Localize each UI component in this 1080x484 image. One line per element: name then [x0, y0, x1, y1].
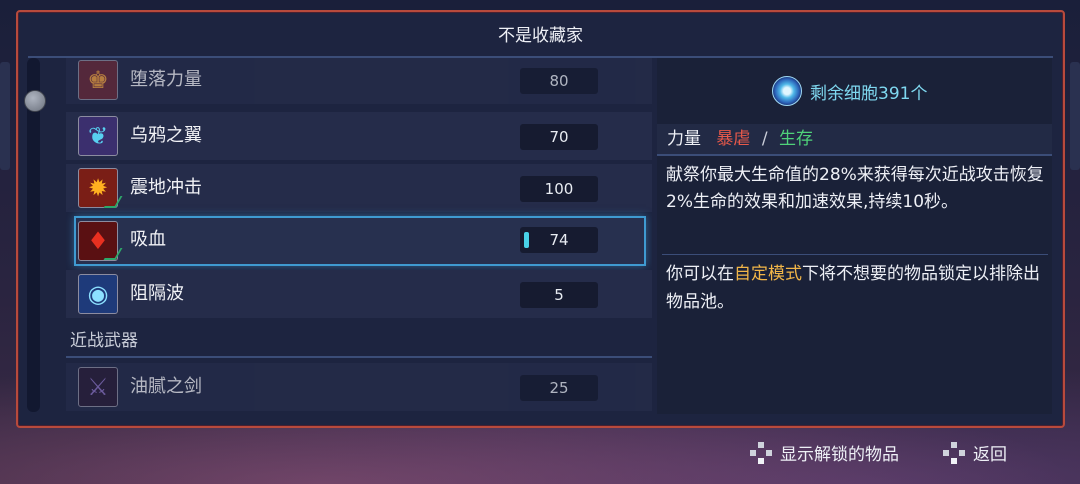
- show-unlocked-button[interactable]: 显示解锁的物品: [750, 440, 899, 465]
- left-edge-tab: [0, 62, 10, 170]
- greasy-sword-icon: ⚔: [78, 367, 118, 407]
- section-label-melee: 近战武器: [70, 331, 138, 351]
- item-cost: 25: [520, 375, 598, 401]
- cost-progress-bar: [524, 232, 529, 248]
- custom-mode-note: 你可以在自定模式下将不想要的物品锁定以排除出物品池。: [666, 260, 1044, 316]
- window-title: 不是收藏家: [28, 16, 1053, 58]
- item-cost: 70: [520, 124, 598, 150]
- item-cost: 80: [520, 68, 598, 94]
- stat-force: 力量: [667, 129, 701, 149]
- item-description: 献祭你最大生命值的28%来获得每次近战攻击恢复2%生命的效果和加速效果,持续10…: [666, 165, 1044, 212]
- item-name: 吸血: [130, 229, 166, 250]
- item-row-raven-wing[interactable]: ❦ 乌鸦之翼 70: [66, 112, 652, 160]
- dpad-icon: [943, 441, 965, 464]
- remaining-cells: 剩余细胞391个: [772, 75, 927, 107]
- cell-icon: [772, 76, 802, 106]
- stat-survival: 生存: [778, 129, 813, 149]
- fallen-power-icon: ♚: [78, 60, 118, 100]
- dpad-icon: [750, 441, 772, 464]
- barrier-wave-icon: ◉: [78, 274, 118, 314]
- item-name: 油腻之剑: [130, 376, 202, 397]
- note-prefix: 你可以在: [666, 264, 734, 284]
- item-cost: 100: [520, 176, 598, 202]
- item-name: 震地冲击: [130, 177, 202, 198]
- item-list: ♚ 堕落力量 80 ❦ 乌鸦之翼 70 ✹ 震地冲击 100 ♦ 吸血 74 ◉…: [66, 58, 652, 414]
- back-label: 返回: [973, 445, 1007, 465]
- raven-wing-icon: ❦: [78, 116, 118, 156]
- item-cost: 74: [520, 227, 598, 253]
- detail-divider: [662, 254, 1048, 255]
- show-unlocked-label: 显示解锁的物品: [780, 445, 899, 465]
- item-cost: 5: [520, 282, 598, 308]
- item-name: 堕落力量: [130, 69, 202, 90]
- item-name: 乌鸦之翼: [130, 125, 202, 146]
- back-button[interactable]: 返回: [943, 440, 1007, 465]
- detail-panel: [657, 58, 1052, 414]
- stat-header: 力量 暴虐 / 生存: [657, 124, 1052, 156]
- right-edge-tab: [1070, 62, 1080, 170]
- item-row-vampirism[interactable]: ♦ 吸血 74: [74, 216, 646, 266]
- scrollbar-thumb[interactable]: [24, 90, 46, 112]
- item-cost-value: 74: [549, 231, 569, 249]
- item-row-barrier-wave[interactable]: ◉ 阻隔波 5: [66, 270, 652, 318]
- stat-separator: /: [761, 129, 768, 149]
- item-row-fallen-power[interactable]: ♚ 堕落力量 80: [66, 58, 652, 104]
- item-name: 阻隔波: [130, 283, 184, 304]
- note-highlight: 自定模式: [734, 264, 802, 284]
- stat-brutality: 暴虐: [716, 129, 751, 149]
- item-row-ground-shock[interactable]: ✹ 震地冲击 100: [66, 164, 652, 212]
- item-row-greasy-sword[interactable]: ⚔ 油腻之剑 25: [66, 363, 652, 411]
- remaining-cells-label: 剩余细胞391个: [810, 83, 928, 104]
- section-divider: [66, 356, 652, 358]
